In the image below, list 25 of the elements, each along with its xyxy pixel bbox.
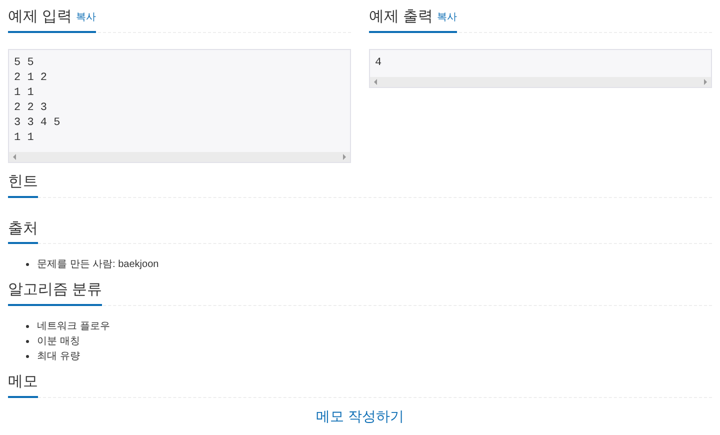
scroll-right-icon[interactable]	[704, 78, 707, 85]
section-heading: 예제 출력	[369, 8, 434, 27]
list-item: 최대 유량	[37, 350, 80, 363]
bullet-icon	[26, 263, 29, 266]
section-heading: 메모	[8, 373, 38, 392]
list-item: 이분 매칭	[37, 335, 80, 348]
bullet-icon	[26, 340, 29, 343]
sample-data: 4	[374, 56, 383, 71]
section-heading: 출처	[8, 220, 38, 238]
copy-link[interactable]: 복사	[76, 10, 96, 25]
bullet-icon	[26, 325, 29, 328]
scroll-left-icon[interactable]	[374, 78, 377, 85]
list-item: 네트워크 플로우	[37, 320, 110, 333]
horizontal-scrollbar[interactable]	[370, 76, 711, 87]
write-memo-link[interactable]: 메모 작성하기	[316, 406, 404, 427]
horizontal-scrollbar[interactable]	[9, 152, 350, 162]
bullet-icon	[26, 355, 29, 358]
scroll-left-icon[interactable]	[13, 154, 16, 160]
copy-link[interactable]: 복사	[437, 10, 458, 25]
sample-data: 5 5 2 1 2 1 1 2 2 3 3 3 4 5 1 1	[13, 56, 62, 146]
section-heading: 예제 입력	[8, 8, 72, 27]
section-heading: 힌트	[8, 172, 38, 192]
section-heading: 알고리즘 분류	[8, 281, 102, 300]
scroll-right-icon[interactable]	[343, 154, 346, 160]
list-item: 문제를 만든 사람: baekjoon	[37, 258, 159, 272]
